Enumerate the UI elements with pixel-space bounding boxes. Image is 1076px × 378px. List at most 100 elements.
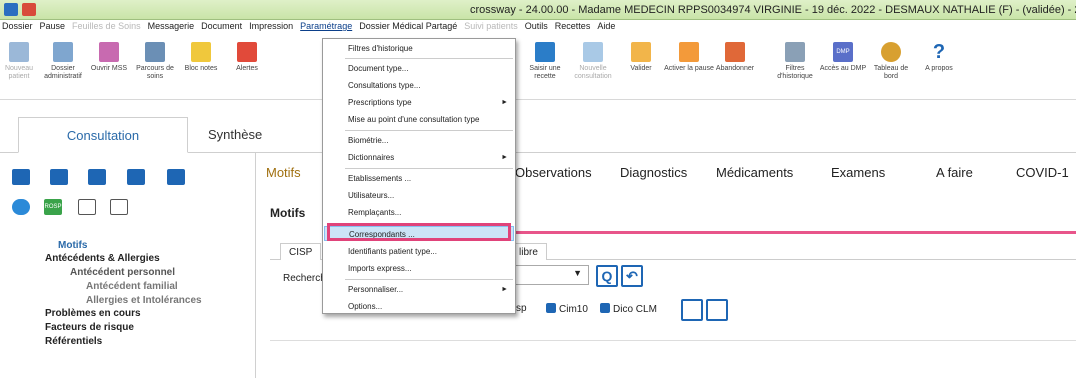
check-sp[interactable]: sp <box>516 303 527 314</box>
rosp-icon[interactable]: ROSP <box>44 199 62 215</box>
menu-suivi-patients[interactable]: Suivi patients <box>464 21 518 35</box>
menu-item-filtres-historique[interactable]: Filtres d'historique <box>324 41 514 56</box>
check-cim10[interactable]: Cim10 <box>546 303 588 315</box>
menu-item-personnaliser[interactable]: Personnaliser... ► <box>324 282 514 297</box>
consultation-icon <box>583 42 603 62</box>
menu-item-biometrie[interactable]: Biométrie... <box>324 133 514 148</box>
saisir-recette-button[interactable]: Saisir une recette <box>520 36 570 81</box>
menu-outils[interactable]: Outils <box>525 21 548 35</box>
menu-item-prescriptions-type[interactable]: Prescriptions type ► <box>324 95 514 110</box>
menu-messagerie[interactable]: Messagerie <box>148 21 195 35</box>
menu-item-options[interactable]: Options... <box>324 299 514 314</box>
dossier-admin-button[interactable]: Dossier administratif <box>38 36 88 81</box>
abandon-icon <box>725 42 745 62</box>
menu-aide[interactable]: Aide <box>597 21 615 35</box>
menu-item-identifiants-patient[interactable]: Identifiants patient type... <box>324 244 514 259</box>
menu-item-utilisateurs[interactable]: Utilisateurs... <box>324 188 514 203</box>
bloc-notes-button[interactable]: Bloc notes <box>176 36 226 73</box>
tab-motifs[interactable]: Motifs <box>266 165 301 180</box>
tree-antecedent-personnel[interactable]: Antécédent personnel <box>70 267 175 278</box>
tree-referentiels[interactable]: Référentiels <box>45 336 102 347</box>
parametrage-dropdown: Filtres d'historique Document type... Co… <box>322 38 516 314</box>
tree-facteurs[interactable]: Facteurs de risque <box>45 322 134 333</box>
tree-motifs[interactable]: Motifs <box>58 240 87 251</box>
a-propos-button[interactable]: ? A propos <box>914 36 964 73</box>
open-mss-button[interactable]: Ouvrir MSS <box>84 36 134 73</box>
alertes-button[interactable]: Alertes <box>222 36 272 73</box>
app-icon[interactable] <box>4 3 18 16</box>
document-button[interactable] <box>681 299 703 321</box>
search-icon: Q <box>601 268 613 284</box>
main-tab-bar: Consultation Synthèse <box>0 117 1076 153</box>
menu-item-consultations-type[interactable]: Consultations type... <box>324 78 514 93</box>
menu-separator <box>345 168 513 169</box>
tab-cisp[interactable]: CISP <box>280 243 322 260</box>
check-dico-clm[interactable]: Dico CLM <box>600 303 657 315</box>
abandonner-button[interactable]: Abandonner <box>710 36 760 73</box>
tab-examens[interactable]: Examens <box>831 165 885 180</box>
menu-dossier[interactable]: Dossier <box>2 21 33 35</box>
acces-dmp-button[interactable]: DMP Accès au DMP <box>818 36 868 73</box>
submenu-arrow-icon: ► <box>501 99 508 106</box>
back-arrow-icon: ↶ <box>626 268 638 284</box>
menu-item-imports-express[interactable]: Imports express... <box>324 261 514 276</box>
tab-diagnostics[interactable]: Diagnostics <box>620 165 687 180</box>
menu-impression[interactable]: Impression <box>249 21 293 35</box>
menu-feuilles-de-soins[interactable]: Feuilles de Soins <box>72 21 141 35</box>
menu-document[interactable]: Document <box>201 21 242 35</box>
notepad-icon <box>191 42 211 62</box>
tab-synthese[interactable]: Synthèse <box>208 117 262 153</box>
tab-consultation[interactable]: Consultation <box>18 117 188 153</box>
alert-icon <box>237 42 257 62</box>
tree-antecedents[interactable]: Antécédents & Allergies <box>45 253 160 264</box>
dossier-icon <box>53 42 73 62</box>
correspondants-highlight-box <box>327 223 511 241</box>
left-panel: ROSP Motifs Antécédents & Allergies Anté… <box>0 153 256 378</box>
mail-icon <box>99 42 119 62</box>
menu-item-remplacants[interactable]: Remplaçants... <box>324 205 514 220</box>
filtres-historique-button[interactable]: Filtres d'historique <box>770 36 820 81</box>
menu-item-document-type[interactable]: Document type... <box>324 61 514 76</box>
motifs-content-area[interactable] <box>270 340 1076 378</box>
activer-pause-button[interactable]: Activer la pause <box>664 36 714 73</box>
tableau-de-bord-button[interactable]: Tableau de bord <box>866 36 916 81</box>
menu-item-etablissements[interactable]: Etablissements ... <box>324 171 514 186</box>
tab-a-faire[interactable]: A faire <box>936 165 973 180</box>
stats-icon[interactable] <box>12 199 30 215</box>
toolbar: Nouveau patient Dossier administratif Ou… <box>0 36 1076 100</box>
menu-item-dictionnaires[interactable]: Dictionnaires ► <box>324 150 514 165</box>
search-button[interactable]: Q <box>596 265 618 287</box>
menu-dmp[interactable]: Dossier Médical Partagé <box>359 21 457 35</box>
back-button[interactable]: ↶ <box>621 265 643 287</box>
menu-pause[interactable]: Pause <box>40 21 66 35</box>
menu-recettes[interactable]: Recettes <box>555 21 591 35</box>
tab-covid[interactable]: COVID-1 <box>1016 165 1069 180</box>
app-secondary-icon[interactable] <box>22 3 36 16</box>
checklist-icon[interactable] <box>110 199 128 215</box>
checkbox-icon <box>600 303 610 313</box>
highlight-line <box>511 231 1076 234</box>
edit-icon[interactable] <box>88 169 106 185</box>
copy-icon[interactable] <box>167 169 185 185</box>
menu-item-mise-au-point[interactable]: Mise au point d'une consultation type <box>324 112 514 127</box>
menu-separator <box>345 279 513 280</box>
tree-allergies[interactable]: Allergies et Intolérances <box>86 295 202 306</box>
menu-parametrage[interactable]: Paramétrage <box>300 21 352 35</box>
folder-icon[interactable] <box>127 169 145 185</box>
search-combobox[interactable]: ▼ <box>509 265 589 285</box>
checkbox-icon <box>546 303 556 313</box>
trash-icon[interactable] <box>12 169 30 185</box>
tab-medicaments[interactable]: Médicaments <box>716 165 793 180</box>
menu-separator <box>345 130 513 131</box>
valider-button[interactable]: Valider <box>616 36 666 73</box>
title-bar: crossway - 24.00.00 - Madame MEDECIN RPP… <box>0 0 1076 20</box>
save-button[interactable] <box>706 299 728 321</box>
add-icon[interactable] <box>50 169 68 185</box>
tree-problemes[interactable]: Problèmes en cours <box>45 308 141 319</box>
tab-observations[interactable]: Observations <box>515 165 592 180</box>
parcours-de-soins-button[interactable]: Parcours de soins <box>130 36 180 81</box>
printer-icon <box>145 42 165 62</box>
clipboard-icon[interactable] <box>78 199 96 215</box>
new-consultation-button[interactable]: Nouvelle consultation <box>568 36 618 81</box>
tree-antecedent-familial[interactable]: Antécédent familial <box>86 281 178 292</box>
